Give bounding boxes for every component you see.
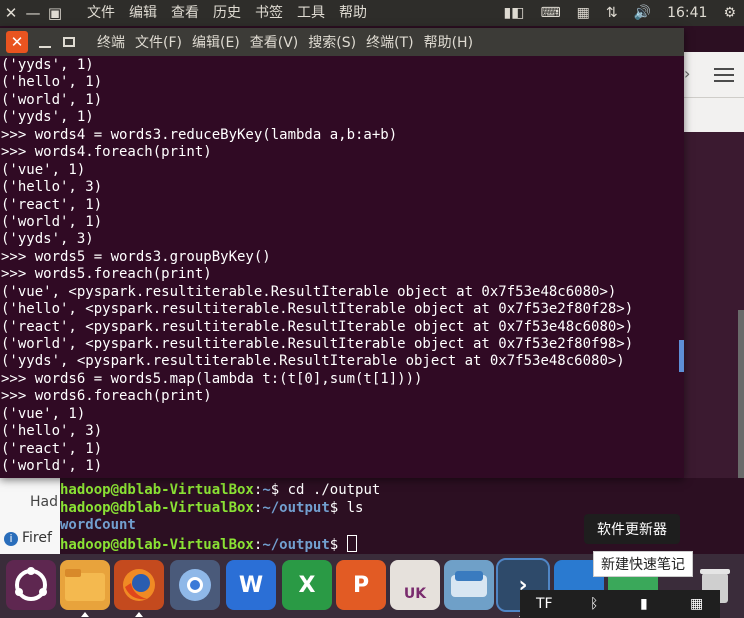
terminal-line: hadoop@dblab-VirtualBox:~$ cd ./output [60,482,381,498]
menu-help[interactable]: 帮助 [332,0,374,26]
chromium-browser-icon[interactable] [170,560,220,610]
close-icon[interactable]: ✕ [6,31,28,53]
menu-bookmarks[interactable]: 书签 [248,0,290,26]
menu-edit[interactable]: 编辑(E) [187,32,245,52]
virtualbox-guest-icon[interactable] [444,560,494,610]
terminal-line: ('hello', 3) [1,423,103,440]
terminal-line: >>> words4.foreach(print) [1,144,212,161]
wps-writer-icon[interactable]: W [226,560,276,610]
terminal-line: >>> words4 = words3.reduceByKey(lambda a… [1,126,398,143]
running-indicator [81,612,89,617]
tooltip-new-note: 新建快速笔记 [593,551,693,577]
system-tray: ▮◧ ⌨ ▦ ⇅ 🔊 16:41 ⚙ [496,0,744,26]
terminal-menu: 终端 文件(F) 编辑(E) 查看(V) 搜索(S) 终端(T) 帮助(H) [92,32,478,52]
minimize-icon[interactable]: — [22,0,44,26]
menu-search[interactable]: 搜索(S) [303,32,361,52]
maximize-icon[interactable] [60,33,78,51]
terminal-line: ('world', 1) [1,213,103,230]
battery-icon[interactable]: ▮ [640,596,648,612]
close-icon[interactable]: ✕ [0,0,22,26]
browser-scrollbar[interactable] [738,310,744,500]
terminal-line: >>> words6.foreach(print) [1,388,212,405]
tray-panel: TF ᛒ ▮ ▦ [520,590,720,618]
terminal-line: ('world', 1) [1,458,103,475]
terminal-line: ('yyds', 1) [1,109,94,126]
terminal-line: ('react', <pyspark.resultiterable.Result… [1,318,634,335]
terminal-line: ('react', 1) [1,440,103,457]
background-browser-window: › [684,52,744,504]
volume-icon[interactable]: 🔊 [626,0,659,26]
firefox-icon[interactable] [114,560,164,610]
files-folder-icon[interactable] [60,560,110,610]
chevron-right-icon[interactable]: › [684,64,690,83]
terminal-line: ('yyds', 1) [1,57,94,73]
browser-tab-label: Had [30,494,58,510]
menu-view[interactable]: 查看(V) [245,32,304,52]
firefox-background-strip: Had i Firef [0,478,60,554]
menu-file[interactable]: 文件(F) [130,32,187,52]
menu-history[interactable]: 历史 [206,0,248,26]
terminal-line: ('vue', 1) [1,405,86,422]
network-icon[interactable]: ⇅ [598,0,626,26]
windows-grid-icon[interactable]: ▦ [690,596,703,612]
menu-file[interactable]: 文件 [80,0,122,26]
menu-tools[interactable]: 工具 [290,0,332,26]
terminal-line: >>> words6 = words5.map(lambda t:(t[0],s… [1,370,423,387]
minimize-icon[interactable] [36,33,54,51]
menu-terminal-app[interactable]: 终端 [92,32,130,52]
hamburger-menu-icon[interactable] [714,64,734,84]
terminal-line: ('vue', <pyspark.resultiterable.ResultIt… [1,283,617,300]
running-indicator [135,612,143,617]
terminal-line: ('world', <pyspark.resultiterable.Result… [1,336,634,352]
terminal-scrollbar[interactable] [679,340,684,372]
terminal-line: ('hello', 3) [1,179,103,196]
tooltip-software-updater: 软件更新器 [584,514,680,544]
terminal-output[interactable]: ('yyds', 1) ('hello', 1) ('world', 1) ('… [0,56,684,476]
text-cursor [346,534,357,552]
terminal-line: ('world', 1) [1,91,103,108]
input-method-icon[interactable]: ▮◧ [496,0,533,26]
ubuntu-launcher-icon[interactable] [6,560,56,610]
software-center-icon[interactable]: UK [390,560,440,610]
tray-app-icon[interactable]: TF [536,596,553,612]
browser-toolbar: › [684,52,744,98]
maximize-icon[interactable]: ▣ [44,0,66,26]
menu-view[interactable]: 查看 [164,0,206,26]
firefox-notice: i Firef [4,530,52,546]
info-icon: i [4,532,18,546]
terminal-titlebar: ✕ 终端 文件(F) 编辑(E) 查看(V) 搜索(S) 终端(T) 帮助(H) [0,28,684,56]
terminal-window: ✕ 终端 文件(F) 编辑(E) 查看(V) 搜索(S) 终端(T) 帮助(H)… [0,28,684,478]
wps-presentation-icon[interactable]: P [336,560,386,610]
terminal-line: >>> words5.foreach(print) [1,266,212,283]
bluetooth-icon[interactable]: ᛒ [590,596,598,612]
menu-edit[interactable]: 编辑 [122,0,164,26]
browser-content [684,132,744,504]
keyboard-icon[interactable]: ⌨ [532,0,568,26]
terminal-line: >>> words5 = words3.groupByKey() [1,248,271,265]
menu-terminal[interactable]: 终端(T) [361,32,418,52]
spreadsheet-icon[interactable]: ▦ [569,0,598,26]
terminal-line: ('yyds', 3) [1,231,94,248]
terminal-line: ('react', 1) [1,196,103,213]
terminal-line: ('vue', 1) [1,161,86,178]
system-top-bar: ✕ — ▣ 文件 编辑 查看 历史 书签 工具 帮助 ▮◧ ⌨ ▦ ⇅ 🔊 16… [0,0,744,26]
terminal-line: ('yyds', <pyspark.resultiterable.ResultI… [1,353,625,370]
clock[interactable]: 16:41 [659,0,715,26]
settings-gear-icon[interactable]: ⚙ [715,0,744,26]
wps-spreadsheet-icon[interactable]: X [282,560,332,610]
app-menu: 文件 编辑 查看 历史 书签 工具 帮助 [80,0,374,26]
terminal-line: ('hello', 1) [1,74,103,91]
menu-help[interactable]: 帮助(H) [419,32,478,52]
terminal-line: ('hello', <pyspark.resultiterable.Result… [1,301,634,318]
